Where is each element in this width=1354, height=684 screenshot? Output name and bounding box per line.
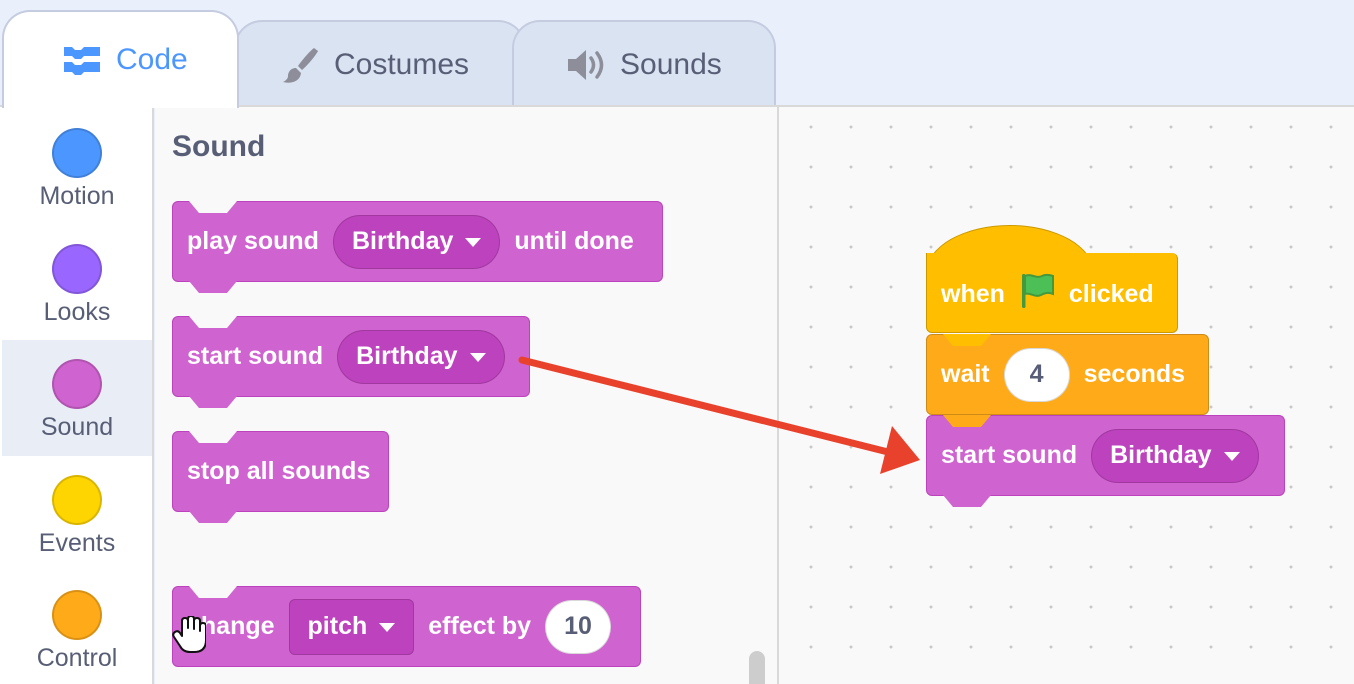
category-looks[interactable]: Looks [2,225,152,341]
editor-tab-bar: Code Costumes Sounds [0,0,1354,108]
code-icon [62,45,102,75]
category-label: Looks [43,298,111,326]
block-notch [189,586,237,598]
events-category-icon [52,475,102,525]
category-label: Sound [40,413,114,441]
block-notch [189,201,237,213]
effect-amount-input[interactable]: 10 [545,599,612,654]
caret-down-icon [379,623,396,632]
dropdown-value: Birthday [1110,441,1212,469]
green-flag-icon [1019,272,1055,317]
dropdown-value: Birthday [356,342,458,370]
tab-code-label: Code [116,43,188,76]
tab-sounds[interactable]: Sounds [512,20,776,107]
palette-section-title: Sound [172,130,266,163]
category-label: Control [36,644,118,672]
caret-down-icon [465,238,482,247]
hand-cursor-icon [172,616,206,653]
block-text: wait [941,360,990,388]
category-label: Motion [39,182,115,210]
block-notch [189,511,237,523]
block-notch [189,396,237,408]
effect-menu-dropdown[interactable]: pitch [288,598,415,655]
paintbrush-icon [280,45,320,85]
block-notch [943,415,991,427]
tab-sounds-label: Sounds [620,47,722,81]
block-text: clicked [1068,280,1154,308]
block-notch [189,281,237,293]
wait-seconds-block[interactable]: wait 4 seconds [926,334,1209,415]
start-sound-block[interactable]: start sound Birthday [172,316,530,408]
category-menu: Motion Looks Sound Events Control [0,105,154,684]
script-start-sound-block[interactable]: start sound Birthday [926,415,1285,507]
tab-costumes[interactable]: Costumes [234,20,526,107]
block-text: when [941,280,1005,308]
block-notch [189,431,237,443]
caret-down-icon [1223,452,1240,461]
block-text: start sound [941,441,1078,469]
sound-menu-dropdown[interactable]: Birthday [337,329,505,384]
motion-category-icon [52,128,102,178]
speaker-icon [566,47,606,83]
sound-menu-dropdown[interactable]: Birthday [332,214,501,269]
sound-category-icon [52,359,102,409]
category-control[interactable]: Control [2,571,152,684]
block-text: seconds [1083,360,1186,388]
sound-menu-dropdown[interactable]: Birthday [1091,428,1259,483]
looks-category-icon [52,244,102,294]
block-text: until done [514,227,634,255]
block-text: effect by [428,612,532,640]
play-sound-until-done-block[interactable]: play sound Birthday until done [172,201,663,293]
dropdown-value: Birthday [351,227,454,255]
block-notch [943,334,991,346]
category-motion[interactable]: Motion [2,109,152,225]
change-effect-block[interactable]: change pitch effect by 10 [172,586,641,667]
stop-all-sounds-block[interactable]: stop all sounds [172,431,389,523]
category-sound[interactable]: Sound [2,340,152,456]
block-notch [943,495,991,507]
palette-scrollbar[interactable] [749,651,765,684]
caret-down-icon [469,353,486,362]
block-text: stop all sounds [187,457,371,485]
block-notch [189,316,237,328]
wait-seconds-input[interactable]: 4 [1003,347,1070,402]
control-category-icon [52,590,102,640]
category-events[interactable]: Events [2,456,152,572]
tab-costumes-label: Costumes [334,47,470,81]
tab-code[interactable]: Code [2,10,239,108]
block-text: play sound [187,227,319,255]
dropdown-value: pitch [307,612,368,640]
category-label: Events [38,529,116,557]
when-flag-clicked-block[interactable]: when clicked [926,253,1178,333]
block-text: start sound [187,342,324,370]
